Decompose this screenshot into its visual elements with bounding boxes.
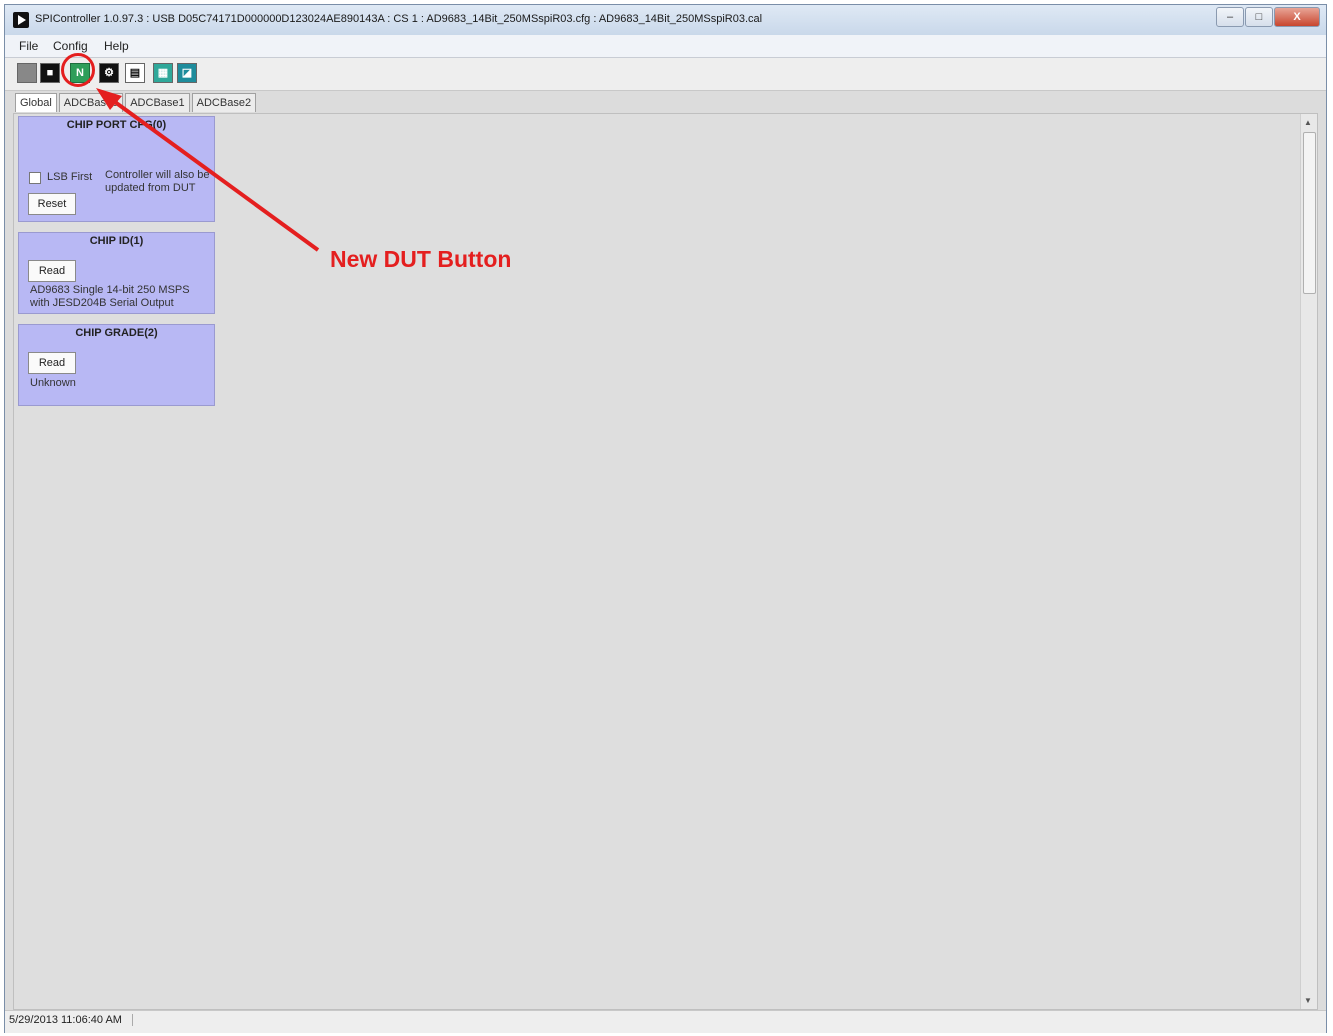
annotation-circle	[61, 53, 95, 87]
blank-icon[interactable]	[17, 63, 37, 83]
lsb-first-label: LSB First	[47, 171, 93, 183]
chip-id-value: AD9683 Single 14-bit 250 MSPS with JESD2…	[30, 284, 190, 309]
maximize-button[interactable]: □	[1245, 7, 1273, 27]
gear-icon[interactable]: ⚙	[99, 63, 119, 83]
chart-icon[interactable]: ◪	[177, 63, 197, 83]
tab-adcbase0[interactable]: ADCBase0	[58, 93, 124, 112]
reset-button[interactable]: Reset	[28, 193, 76, 215]
chip-id-panel: CHIP ID(1) Read AD9683 Single 14-bit 250…	[18, 232, 215, 314]
controller-note: Controller will also be updated from DUT	[105, 169, 210, 194]
title-bar: SPIController 1.0.97.3 : USB D05C74171D0…	[5, 5, 1326, 36]
register-grid-icon[interactable]: ▤	[125, 63, 145, 83]
close-button[interactable]: X	[1274, 7, 1320, 27]
tab-global[interactable]: Global	[15, 93, 57, 112]
status-timestamp: 5/29/2013 11:06:40 AM	[9, 1014, 133, 1026]
app-window: SPIController 1.0.97.3 : USB D05C74171D0…	[4, 4, 1327, 1033]
scroll-down-icon[interactable]: ▼	[1304, 996, 1312, 1005]
panel-title: CHIP GRADE(2)	[75, 327, 158, 339]
chip-icon[interactable]: ■	[40, 63, 60, 83]
monitor-icon[interactable]: ▦	[153, 63, 173, 83]
tab-strip: Global ADCBase0 ADCBase1 ADCBase2	[15, 93, 258, 113]
window-controls: – □ X	[1215, 7, 1320, 27]
minimize-button[interactable]: –	[1216, 7, 1244, 27]
panel-title: CHIP ID(1)	[89, 235, 144, 247]
chip-grade-panel: CHIP GRADE(2) Read Unknown	[18, 324, 215, 406]
scroll-thumb[interactable]	[1303, 132, 1316, 294]
read-chip-grade-button[interactable]: Read	[28, 352, 76, 374]
panel-title: CHIP PORT CFG(0)	[66, 119, 167, 131]
toolbar: ■ N ⚙ ▤ ▦ ◪	[5, 58, 1326, 91]
lsb-first-checkbox[interactable]	[29, 172, 41, 184]
main-content: CHIP PORT CFG(0) LSB First Controller wi…	[13, 113, 1318, 1010]
chip-port-cfg-panel: CHIP PORT CFG(0) LSB First Controller wi…	[18, 116, 215, 222]
menu-help[interactable]: Help	[104, 39, 129, 53]
tab-adcbase1[interactable]: ADCBase1	[125, 93, 190, 112]
chip-grade-value: Unknown	[30, 377, 76, 389]
menu-bar: File Config Help	[5, 35, 1326, 58]
tab-adcbase2[interactable]: ADCBase2	[191, 93, 257, 112]
window-title: SPIController 1.0.97.3 : USB D05C74171D0…	[35, 13, 763, 25]
read-chip-id-button[interactable]: Read	[28, 260, 76, 282]
vertical-scrollbar[interactable]: ▲ ▼	[1300, 114, 1317, 1009]
scroll-up-icon[interactable]: ▲	[1304, 118, 1312, 127]
menu-config[interactable]: Config	[53, 39, 88, 53]
menu-file[interactable]: File	[19, 39, 38, 53]
annotation-label: New DUT Button	[330, 246, 512, 272]
status-bar: 5/29/2013 11:06:40 AM	[5, 1010, 1326, 1033]
app-logo-icon	[13, 12, 29, 28]
